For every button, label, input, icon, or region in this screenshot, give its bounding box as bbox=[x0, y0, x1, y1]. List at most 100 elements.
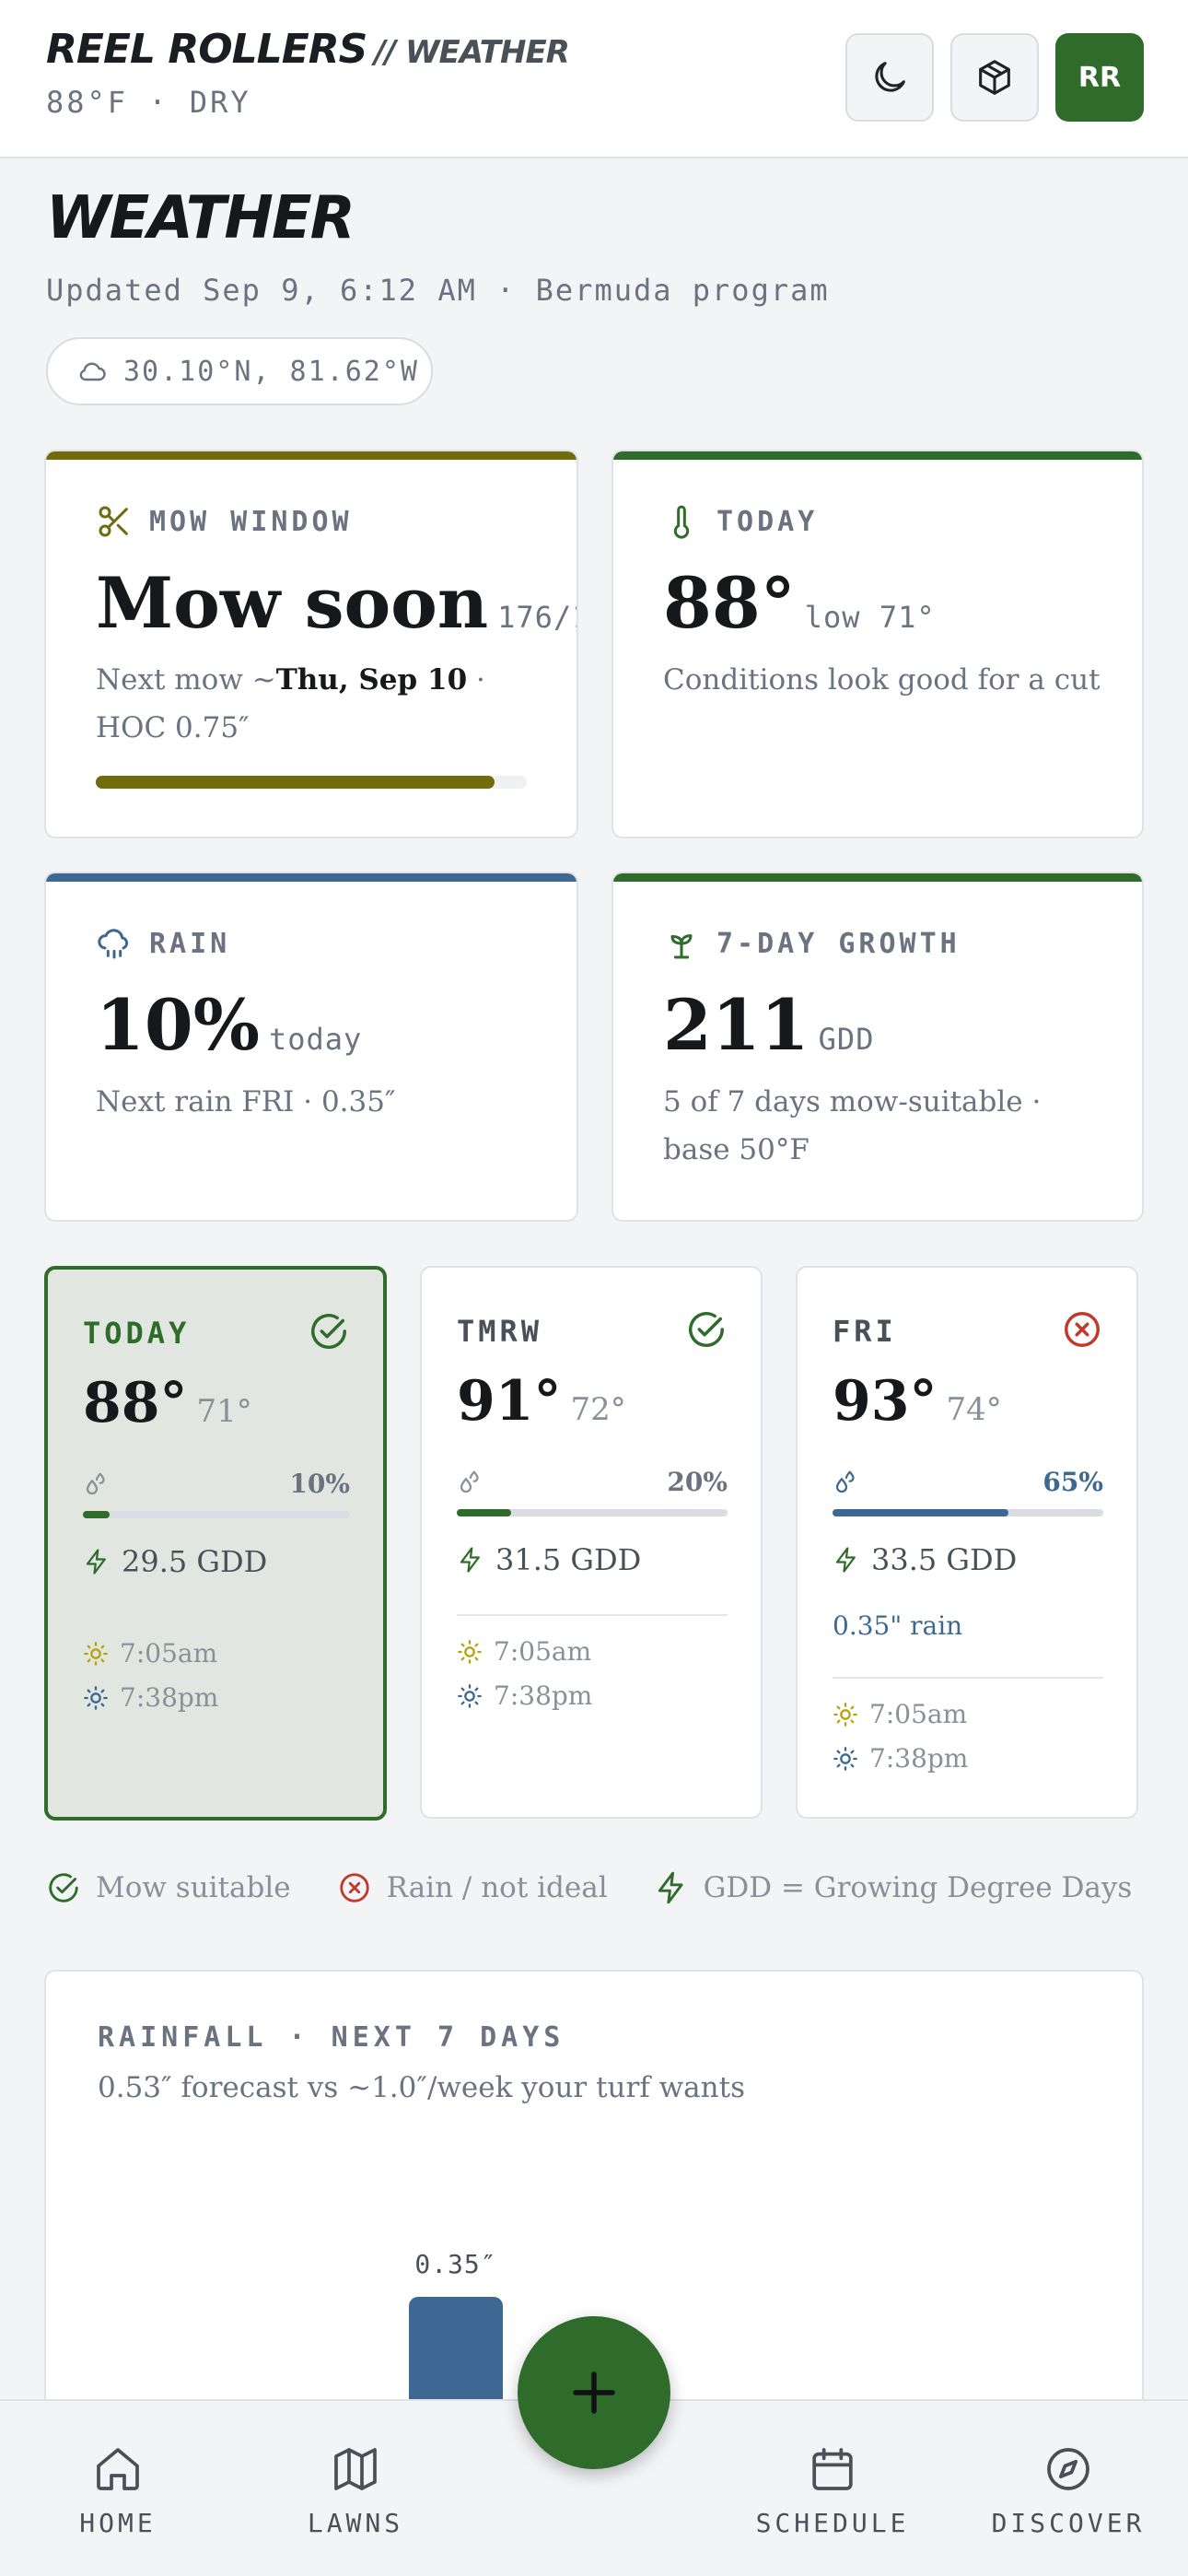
page-title: WEATHER bbox=[46, 184, 355, 252]
weather-status: 88°F · DRY bbox=[46, 85, 251, 120]
rain-bar-label: 0.35″ bbox=[414, 2248, 497, 2279]
mow-unit-text: 176/190 GDD bbox=[497, 600, 577, 635]
droplets-icon bbox=[86, 1472, 105, 1495]
zap-icon bbox=[658, 1871, 683, 1904]
mow-progress-track bbox=[96, 776, 527, 789]
sunset-icon bbox=[84, 1685, 108, 1710]
day-card-today[interactable]: TODAY 88° 71° 10% 29.5 GDD 7:05am 7:38pm bbox=[44, 1266, 387, 1821]
thermometer-icon bbox=[673, 505, 690, 539]
day-gdd-text: 29.5 GDD bbox=[122, 1544, 268, 1579]
sunrise-icon bbox=[84, 1641, 108, 1666]
sunset-time: 7:38pm bbox=[869, 1743, 969, 1774]
precip-fill bbox=[833, 1509, 1009, 1516]
mow-window-card[interactable]: MOW WINDOW Mow soon176/190 GDD Next mow … bbox=[44, 450, 578, 838]
x-circle-icon bbox=[339, 1873, 369, 1903]
precip-percent: 10% bbox=[289, 1469, 350, 1499]
day-high: 88° bbox=[83, 1371, 188, 1435]
card-label: MOW WINDOW bbox=[96, 503, 353, 540]
day-gdd: 31.5 GDD bbox=[457, 1542, 641, 1577]
scissors-icon bbox=[99, 506, 128, 537]
today-desc: Conditions look good for a cut bbox=[663, 663, 1101, 697]
sunrise-time: 7:05am bbox=[869, 1699, 968, 1729]
day-gdd-text: 33.5 GDD bbox=[871, 1542, 1018, 1577]
sunset: 7:38pm bbox=[457, 1680, 592, 1711]
mow-value: Mow soon176/190 GDD bbox=[96, 562, 577, 644]
add-button[interactable] bbox=[518, 2316, 670, 2469]
zap-icon bbox=[86, 1549, 106, 1575]
card-label: RAIN bbox=[96, 925, 230, 962]
card-label: TODAY bbox=[663, 503, 818, 540]
home-icon bbox=[97, 2448, 139, 2490]
day-temps: 93° 74° bbox=[833, 1369, 1002, 1434]
nav-home-label: HOME bbox=[79, 2508, 157, 2538]
day-name: FRI bbox=[833, 1314, 897, 1349]
legend-not-ideal: Rain / not ideal bbox=[337, 1870, 608, 1905]
avatar[interactable]: RR bbox=[1055, 33, 1144, 122]
nav-lawns[interactable]: LAWNS bbox=[263, 2401, 448, 2576]
today-unit-text: low 71° bbox=[804, 600, 936, 635]
mow-progress-fill bbox=[96, 776, 495, 789]
precip-percent: 65% bbox=[1042, 1467, 1103, 1497]
day-card-tmrw[interactable]: TMRW 91° 72° 20% 31.5 GDD 7:05am 7:38pm bbox=[420, 1266, 763, 1819]
today-value-text: 88° bbox=[663, 562, 796, 644]
cloud-icon bbox=[79, 362, 106, 381]
rain-value-text: 10% bbox=[96, 984, 260, 1066]
today-value: 88° low 71° bbox=[663, 562, 936, 644]
legend-suitable: Mow suitable bbox=[46, 1870, 291, 1905]
compass-icon bbox=[1047, 2448, 1089, 2490]
precip-track bbox=[833, 1509, 1103, 1516]
growth-card[interactable]: 7-DAY GROWTH 211 GDD 5 of 7 days mow-suit… bbox=[611, 872, 1144, 1222]
legend-gdd: GDD = Growing Degree Days bbox=[654, 1870, 1133, 1905]
precip-track bbox=[83, 1511, 350, 1518]
precip-percent: 20% bbox=[667, 1467, 728, 1497]
today-label-text: TODAY bbox=[716, 505, 819, 538]
divider bbox=[833, 1677, 1103, 1679]
nav-home[interactable]: HOME bbox=[26, 2401, 210, 2576]
check-circle-icon bbox=[49, 1873, 78, 1903]
sunset: 7:38pm bbox=[833, 1743, 968, 1774]
nav-lawns-label: LAWNS bbox=[307, 2508, 404, 2538]
day-gdd: 29.5 GDD bbox=[83, 1544, 267, 1579]
rain-desc: Next rain FRI · 0.35″ bbox=[96, 1085, 396, 1118]
rainfall-subtitle: 0.53″ forecast vs ~1.0″/week your turf w… bbox=[98, 2071, 745, 2104]
rain-value: 10% today bbox=[96, 984, 362, 1066]
brand-title: REEL ROLLERS// WEATHER bbox=[46, 26, 570, 73]
today-card[interactable]: TODAY 88° low 71° Conditions look good fo… bbox=[611, 450, 1144, 838]
plus-icon bbox=[573, 2371, 615, 2414]
sunset-time: 7:38pm bbox=[120, 1682, 219, 1713]
legend-gdd-text: GDD = Growing Degree Days bbox=[703, 1871, 1133, 1904]
zap-icon bbox=[460, 1547, 480, 1573]
growth-unit-text: GDD bbox=[818, 1022, 875, 1057]
day-card-fri[interactable]: FRI 93° 74° 65% 33.5 GDD 0.35" rain 7:05a… bbox=[796, 1266, 1138, 1819]
day-high: 93° bbox=[833, 1369, 938, 1434]
sunrise-time: 7:05am bbox=[494, 1636, 592, 1667]
day-temps: 91° 72° bbox=[457, 1369, 626, 1434]
day-name: TODAY bbox=[83, 1316, 191, 1351]
dark-mode-button[interactable] bbox=[845, 33, 934, 122]
precip-fill bbox=[83, 1511, 110, 1518]
nav-schedule[interactable]: SCHEDULE bbox=[740, 2401, 925, 2576]
sunset-icon bbox=[458, 1683, 482, 1708]
precip-fill bbox=[457, 1509, 511, 1516]
rain-card[interactable]: RAIN 10% today Next rain FRI · 0.35″ bbox=[44, 872, 578, 1222]
updated-time: Updated Sep 9, 6:12 AM · Bermuda program bbox=[46, 273, 830, 308]
mow-desc: Next mow ~Thu, Sep 10 · HOC 0.75″ bbox=[96, 656, 540, 752]
location-chip[interactable]: 30.10°N, 81.62°W bbox=[46, 337, 433, 405]
day-gdd-text: 31.5 GDD bbox=[495, 1542, 642, 1577]
package-button[interactable] bbox=[950, 33, 1039, 122]
x-circle-icon bbox=[1065, 1312, 1100, 1347]
day-rain-amount: 0.35" rain bbox=[833, 1610, 963, 1641]
rainfall-title: RAINFALL · NEXT 7 DAYS bbox=[98, 2021, 565, 2054]
zap-icon bbox=[835, 1547, 856, 1573]
day-low: 71° bbox=[196, 1393, 252, 1430]
mow-desc-prefix: Next mow ~ bbox=[96, 663, 276, 697]
sunrise-icon bbox=[458, 1639, 482, 1664]
sunset-time: 7:38pm bbox=[494, 1680, 593, 1711]
nav-discover[interactable]: DISCOVER bbox=[976, 2401, 1160, 2576]
mow-desc-date: Thu, Sep 10 bbox=[275, 663, 468, 697]
nav-schedule-label: SCHEDULE bbox=[755, 2508, 910, 2538]
card-accent-bar bbox=[46, 873, 577, 882]
check-circle-icon bbox=[311, 1314, 346, 1349]
precip-track bbox=[457, 1509, 728, 1516]
mow-value-text: Mow soon bbox=[96, 562, 489, 644]
